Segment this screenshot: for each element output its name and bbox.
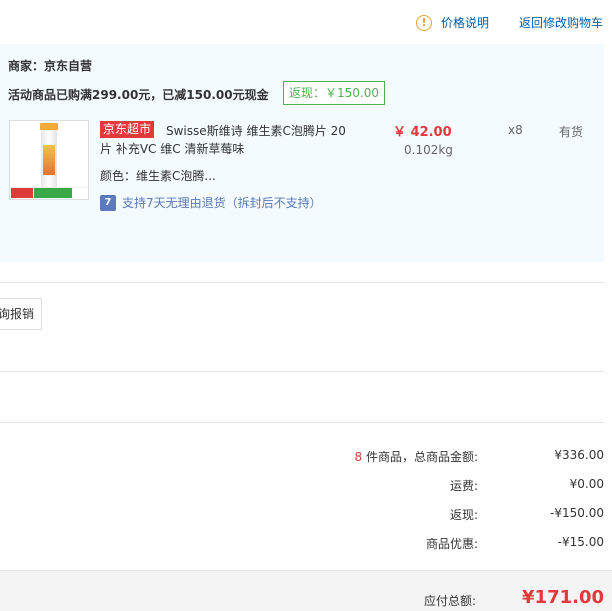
info-circle-icon: ! (416, 14, 432, 31)
invoice-button[interactable]: 询报销 (0, 298, 42, 330)
product-label-image (43, 145, 55, 175)
price-info-link[interactable]: ! 价格说明 (416, 14, 489, 31)
return-policy-icon: 7 (100, 194, 116, 211)
section-divider (0, 371, 604, 372)
summary-shipping-value: ¥0.00 (569, 477, 604, 491)
jd-supermarket-tag: 京东超市 (100, 121, 155, 138)
section-divider (0, 422, 604, 423)
product-promo-banner-right (34, 188, 72, 198)
item-quantity: x8 (508, 123, 523, 137)
summary-rebate-value: -¥150.00 (550, 506, 604, 520)
product-thumbnail[interactable] (9, 120, 89, 200)
summary-shipping-row: 运费: ¥0.00 (0, 477, 604, 497)
summary-discount-label: 商品优惠: (425, 537, 478, 551)
product-color: 颜色：维生素C泡腾... (100, 169, 216, 183)
product-promo-banner-left (11, 188, 33, 198)
back-to-cart-link[interactable]: 返回修改购物车 (519, 14, 603, 31)
summary-discount-row: 商品优惠: -¥15.00 (0, 535, 604, 555)
item-price: ￥ 42.00 (393, 125, 452, 140)
section-divider (0, 282, 604, 283)
total-label: 应付总额: (423, 594, 476, 608)
total-value: ¥171.00 (522, 587, 604, 608)
price-info-label[interactable]: 价格说明 (441, 14, 489, 31)
summary-rebate-label: 返现: (449, 508, 478, 522)
summary-rebate-row: 返现: -¥150.00 (0, 506, 604, 526)
return-policy: 7 支持7天无理由退货（拆封后不支持） (100, 194, 322, 211)
summary-goods-label: 8 件商品，总商品金额: (355, 448, 479, 465)
summary-goods-row: 8 件商品，总商品金额: ¥336.00 (0, 448, 605, 468)
shop-panel: 商家：京东自营 活动商品已购满299.00元，已减150.00元现金 返现：￥1… (0, 44, 604, 262)
merchant-name: 商家：京东自营 (8, 59, 93, 73)
item-stock-status: 有货 (559, 125, 584, 139)
rebate-badge: 返现：￥150.00 (283, 81, 385, 105)
top-bar: ! 价格说明 返回修改购物车 (0, 0, 612, 44)
summary-shipping-label: 运费: (449, 479, 478, 493)
item-weight: 0.102kg (404, 143, 453, 157)
summary-count-label: 件商品，总商品金额: (362, 450, 478, 464)
return-policy-text: 支持7天无理由退货（拆封后不支持） (122, 196, 322, 210)
total-panel: 应付总额: ¥171.00 (0, 570, 612, 611)
summary-goods-total: ¥336.00 (554, 448, 604, 462)
product-cap-image (40, 123, 58, 130)
summary-item-count: 8 (354, 450, 363, 464)
summary-discount-value: -¥15.00 (557, 535, 604, 549)
promo-text: 活动商品已购满299.00元，已减150.00元现金 (8, 88, 269, 102)
